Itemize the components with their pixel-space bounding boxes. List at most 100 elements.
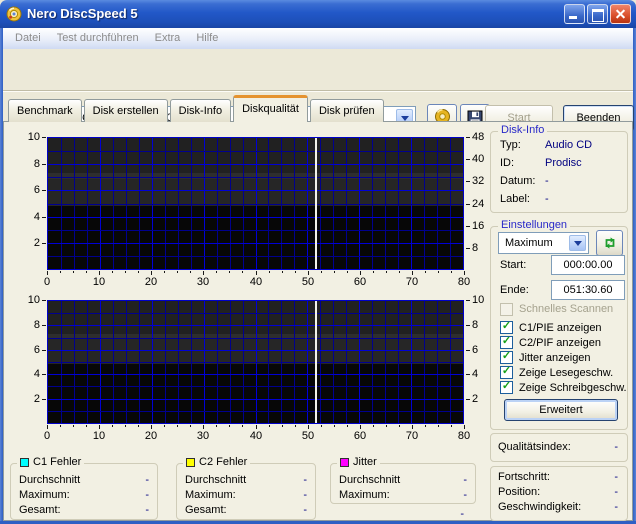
checkbox-c1-pie-anzeigen[interactable] [500, 321, 513, 334]
menu-item-datei[interactable]: Datei [7, 28, 49, 49]
legend-c2-fehler: C2 FehlerDurchschnitt-Maximum:-Gesamt:- [176, 463, 316, 520]
checkbox-label: Jitter anzeigen [519, 352, 591, 364]
disk-info-row-label: Typ: [500, 139, 521, 151]
menu-item-test-durchführen[interactable]: Test durchführen [49, 28, 147, 49]
advanced-button[interactable]: Erweitert [504, 399, 618, 421]
x-axis-minor-tick [399, 425, 400, 427]
tab-disk-prüfen[interactable]: Disk prüfen [310, 99, 384, 122]
tab-disk-erstellen[interactable]: Disk erstellen [84, 99, 168, 122]
chevron-down-icon[interactable] [569, 235, 586, 251]
tab-disk-info[interactable]: Disk-Info [170, 99, 231, 122]
window-title: Nero DiscSpeed 5 [27, 0, 138, 28]
maximize-button[interactable] [587, 4, 608, 24]
grid-line [48, 362, 463, 363]
legend-row-label: Maximum: [19, 489, 70, 501]
legend-row-value: - [277, 489, 307, 501]
x-axis-minor-tick [216, 271, 217, 273]
x-axis-tick-label: 70 [398, 276, 426, 288]
right-axis-tick [466, 137, 470, 138]
x-axis-tick-label: 40 [242, 430, 270, 442]
menu-item-hilfe[interactable]: Hilfe [188, 28, 226, 49]
legend-jitter: JitterDurchschnitt-Maximum:- [330, 463, 476, 504]
x-axis-tick [99, 271, 100, 275]
title-bar[interactable]: Nero DiscSpeed 5 [0, 0, 636, 28]
x-axis-minor-tick [216, 425, 217, 427]
x-axis-tick [151, 425, 152, 429]
x-axis-minor-tick [73, 271, 74, 273]
left-axis-tick [42, 137, 46, 138]
x-axis-minor-tick [451, 271, 452, 273]
checkbox-zeige-schreibgeschw[interactable] [500, 381, 513, 394]
x-axis-minor-tick [438, 271, 439, 273]
legend-title-text: C1 Fehler [33, 456, 81, 468]
x-axis-minor-tick [125, 425, 126, 427]
grid-line [48, 338, 463, 339]
legend-row-label: Gesamt: [185, 504, 227, 516]
legend-row-label: Durchschnitt [339, 474, 400, 486]
x-axis-minor-tick [334, 271, 335, 273]
x-axis-tick [412, 271, 413, 275]
x-axis-minor-tick [60, 271, 61, 273]
x-axis-tick [47, 271, 48, 275]
x-axis-tick-label: 0 [33, 276, 61, 288]
x-axis-minor-tick [347, 271, 348, 273]
minimize-button[interactable] [564, 4, 585, 24]
left-axis-tick [42, 300, 46, 301]
legend-title: C2 Fehler [183, 456, 250, 468]
x-axis-tick [412, 425, 413, 429]
grid-line [48, 177, 463, 178]
x-axis-tick-label: 80 [450, 276, 478, 288]
x-axis-tick-label: 50 [294, 430, 322, 442]
legend-row-value: - [277, 474, 307, 486]
x-axis-minor-tick [373, 425, 374, 427]
x-axis-minor-tick [373, 271, 374, 273]
end-time-field[interactable] [551, 280, 625, 300]
legend-title: Jitter [337, 456, 380, 468]
right-axis-tick [466, 204, 470, 205]
x-axis-tick [256, 271, 257, 275]
end-time-label: Ende: [500, 284, 529, 296]
x-axis-minor-tick [321, 425, 322, 427]
legend-row-label: Durchschnitt [185, 474, 246, 486]
x-axis-minor-tick [112, 271, 113, 273]
grid-line [48, 217, 463, 218]
x-axis-tick [203, 271, 204, 275]
x-axis-minor-tick [86, 425, 87, 427]
legend-row-label: Maximum: [185, 489, 236, 501]
start-time-label: Start: [500, 259, 526, 271]
grid-line [48, 190, 463, 191]
tab-benchmark[interactable]: Benchmark [8, 99, 82, 122]
grid-line [48, 256, 463, 257]
checkbox-jitter-anzeigen[interactable] [500, 351, 513, 364]
x-axis-minor-tick [86, 271, 87, 273]
x-axis-tick-label: 30 [189, 276, 217, 288]
quality-index-value: - [560, 441, 618, 453]
speed-select[interactable]: Maximum [498, 232, 589, 254]
x-axis-minor-tick [242, 271, 243, 273]
refresh-button[interactable] [596, 230, 623, 256]
close-button[interactable] [610, 4, 631, 24]
toolbar-separator [3, 90, 633, 92]
menu-item-extra[interactable]: Extra [147, 28, 189, 49]
x-axis-tick-label: 50 [294, 276, 322, 288]
x-axis-tick [360, 271, 361, 275]
left-axis-tick [42, 243, 46, 244]
checkbox-c2-pif-anzeigen[interactable] [500, 336, 513, 349]
checkbox-label: Zeige Schreibgeschw. [519, 382, 627, 394]
legend-row-value: - [437, 489, 467, 501]
checkbox-label: C1/PIE anzeigen [519, 322, 602, 334]
x-axis-tick-label: 0 [33, 430, 61, 442]
right-axis-tick [466, 159, 470, 160]
x-axis-minor-tick [399, 271, 400, 273]
checkbox-zeige-lesegeschw[interactable] [500, 366, 513, 379]
grid-line [48, 230, 463, 231]
start-time-field[interactable] [551, 255, 625, 275]
toolbar: [4:0] PLEXTOR DVDR PX-750A 1.03 Start B [3, 49, 633, 90]
legend-row-value: - [119, 474, 149, 486]
x-axis-minor-tick [242, 425, 243, 427]
x-axis-minor-tick [438, 425, 439, 427]
x-axis-tick [256, 425, 257, 429]
checkbox-label: C2/PIF anzeigen [519, 337, 601, 349]
tab-diskqualität[interactable]: Diskqualität [233, 95, 308, 122]
status-row-value: - [560, 486, 618, 498]
